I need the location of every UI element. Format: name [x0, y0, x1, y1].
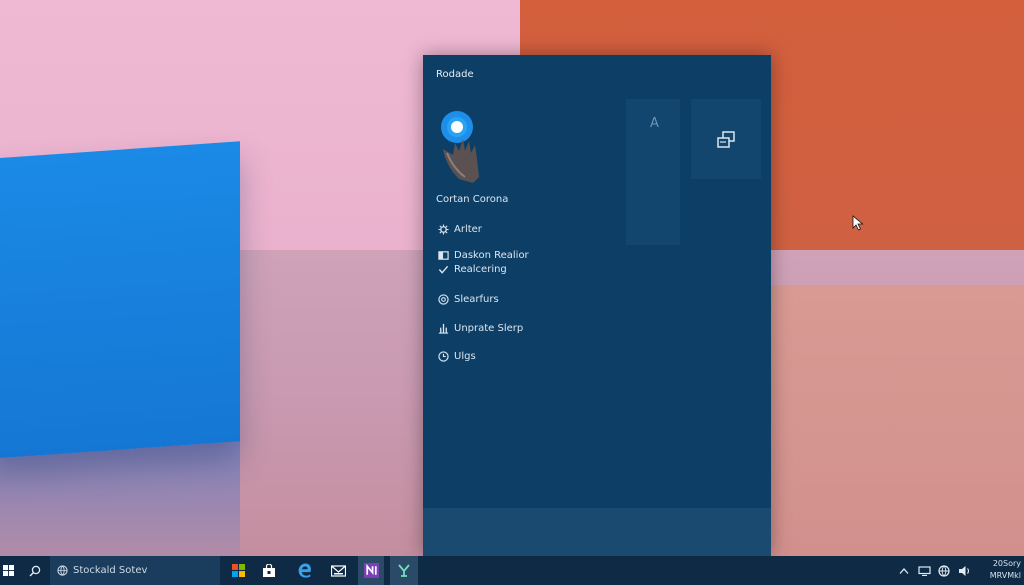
store-bag-icon	[263, 563, 275, 577]
power-icon	[437, 322, 449, 334]
settings-circle-icon	[437, 293, 449, 305]
tile-icon	[437, 249, 449, 261]
taskbar: Stockald Sotev 20Sory MRVMkl	[0, 556, 1024, 585]
tray-volume[interactable]	[956, 556, 972, 585]
copy-windows-icon	[714, 129, 738, 153]
taskbar-search-text: Stockald Sotev	[73, 565, 148, 576]
menu-item-arlter[interactable]: Arlter	[437, 221, 482, 237]
start-menu-footer	[423, 508, 771, 556]
wallpaper-blue-box	[0, 141, 240, 459]
taskbar-clock[interactable]: 20Sory MRVMkl	[985, 558, 1021, 582]
y-app-icon	[398, 563, 410, 577]
mail-icon	[330, 564, 346, 577]
taskbar-search-box[interactable]: Stockald Sotev	[50, 556, 220, 585]
menu-item-label: Unprate Slerp	[454, 322, 524, 334]
gear-icon	[437, 223, 449, 235]
globe-search-icon	[57, 565, 68, 576]
taskbar-app-store[interactable]	[258, 556, 280, 585]
chevron-up-icon	[899, 567, 909, 574]
pointer-icon	[852, 215, 864, 231]
taskbar-app-edge[interactable]	[292, 556, 316, 585]
search-icon	[29, 565, 41, 576]
check-icon	[437, 263, 449, 275]
clock-line-2: MRVMkl	[989, 571, 1021, 580]
tile-a[interactable]: A	[626, 99, 864, 245]
taskbar-app-y[interactable]	[390, 556, 418, 585]
menu-item-label: Realcering	[454, 263, 507, 275]
taskbar-app-mail[interactable]	[326, 556, 350, 585]
tray-globe[interactable]	[936, 556, 952, 585]
onenote-icon	[363, 563, 379, 578]
globe-icon	[938, 564, 950, 577]
tile-b[interactable]	[691, 99, 761, 179]
menu-item-label: Daskon Realior	[454, 249, 529, 261]
network-icon	[917, 565, 931, 576]
taskbar-app-colorful-grid[interactable]	[228, 556, 248, 585]
profile-name[interactable]: Cortan Corona	[436, 194, 508, 205]
tray-chevron-up[interactable]	[896, 556, 912, 585]
cortana-hand-icon[interactable]	[435, 109, 491, 189]
taskbar-app-onenote[interactable]	[358, 556, 384, 585]
volume-icon	[958, 565, 969, 576]
menu-item-unprate-slerp[interactable]: Unprate Slerp	[437, 320, 523, 336]
tile-a-label: A	[650, 116, 659, 131]
menu-item-label: Ulgs	[454, 350, 476, 362]
search-button[interactable]	[24, 556, 46, 585]
menu-item-label: Arlter	[454, 223, 482, 235]
tray-network[interactable]	[916, 556, 932, 585]
start-menu-title: Rodade	[436, 69, 474, 80]
menu-item-label: Slearfurs	[454, 293, 499, 305]
start-menu-panel: Rodade Cortan Corona Arlter Daskon Reali…	[423, 55, 864, 556]
clock-line-1: 20Sory	[992, 559, 1021, 568]
wallpaper-floor-right	[770, 285, 1024, 556]
start-button[interactable]	[0, 556, 16, 585]
clock-icon	[437, 350, 449, 362]
menu-item-ulgs[interactable]: Ulgs	[437, 348, 476, 364]
edge-icon	[298, 563, 311, 578]
windows-logo-icon	[2, 565, 14, 576]
colorful-grid-icon	[231, 564, 245, 577]
menu-item-slearfurs[interactable]: Slearfurs	[437, 291, 499, 307]
menu-item-realcering[interactable]: Realcering	[437, 261, 507, 277]
